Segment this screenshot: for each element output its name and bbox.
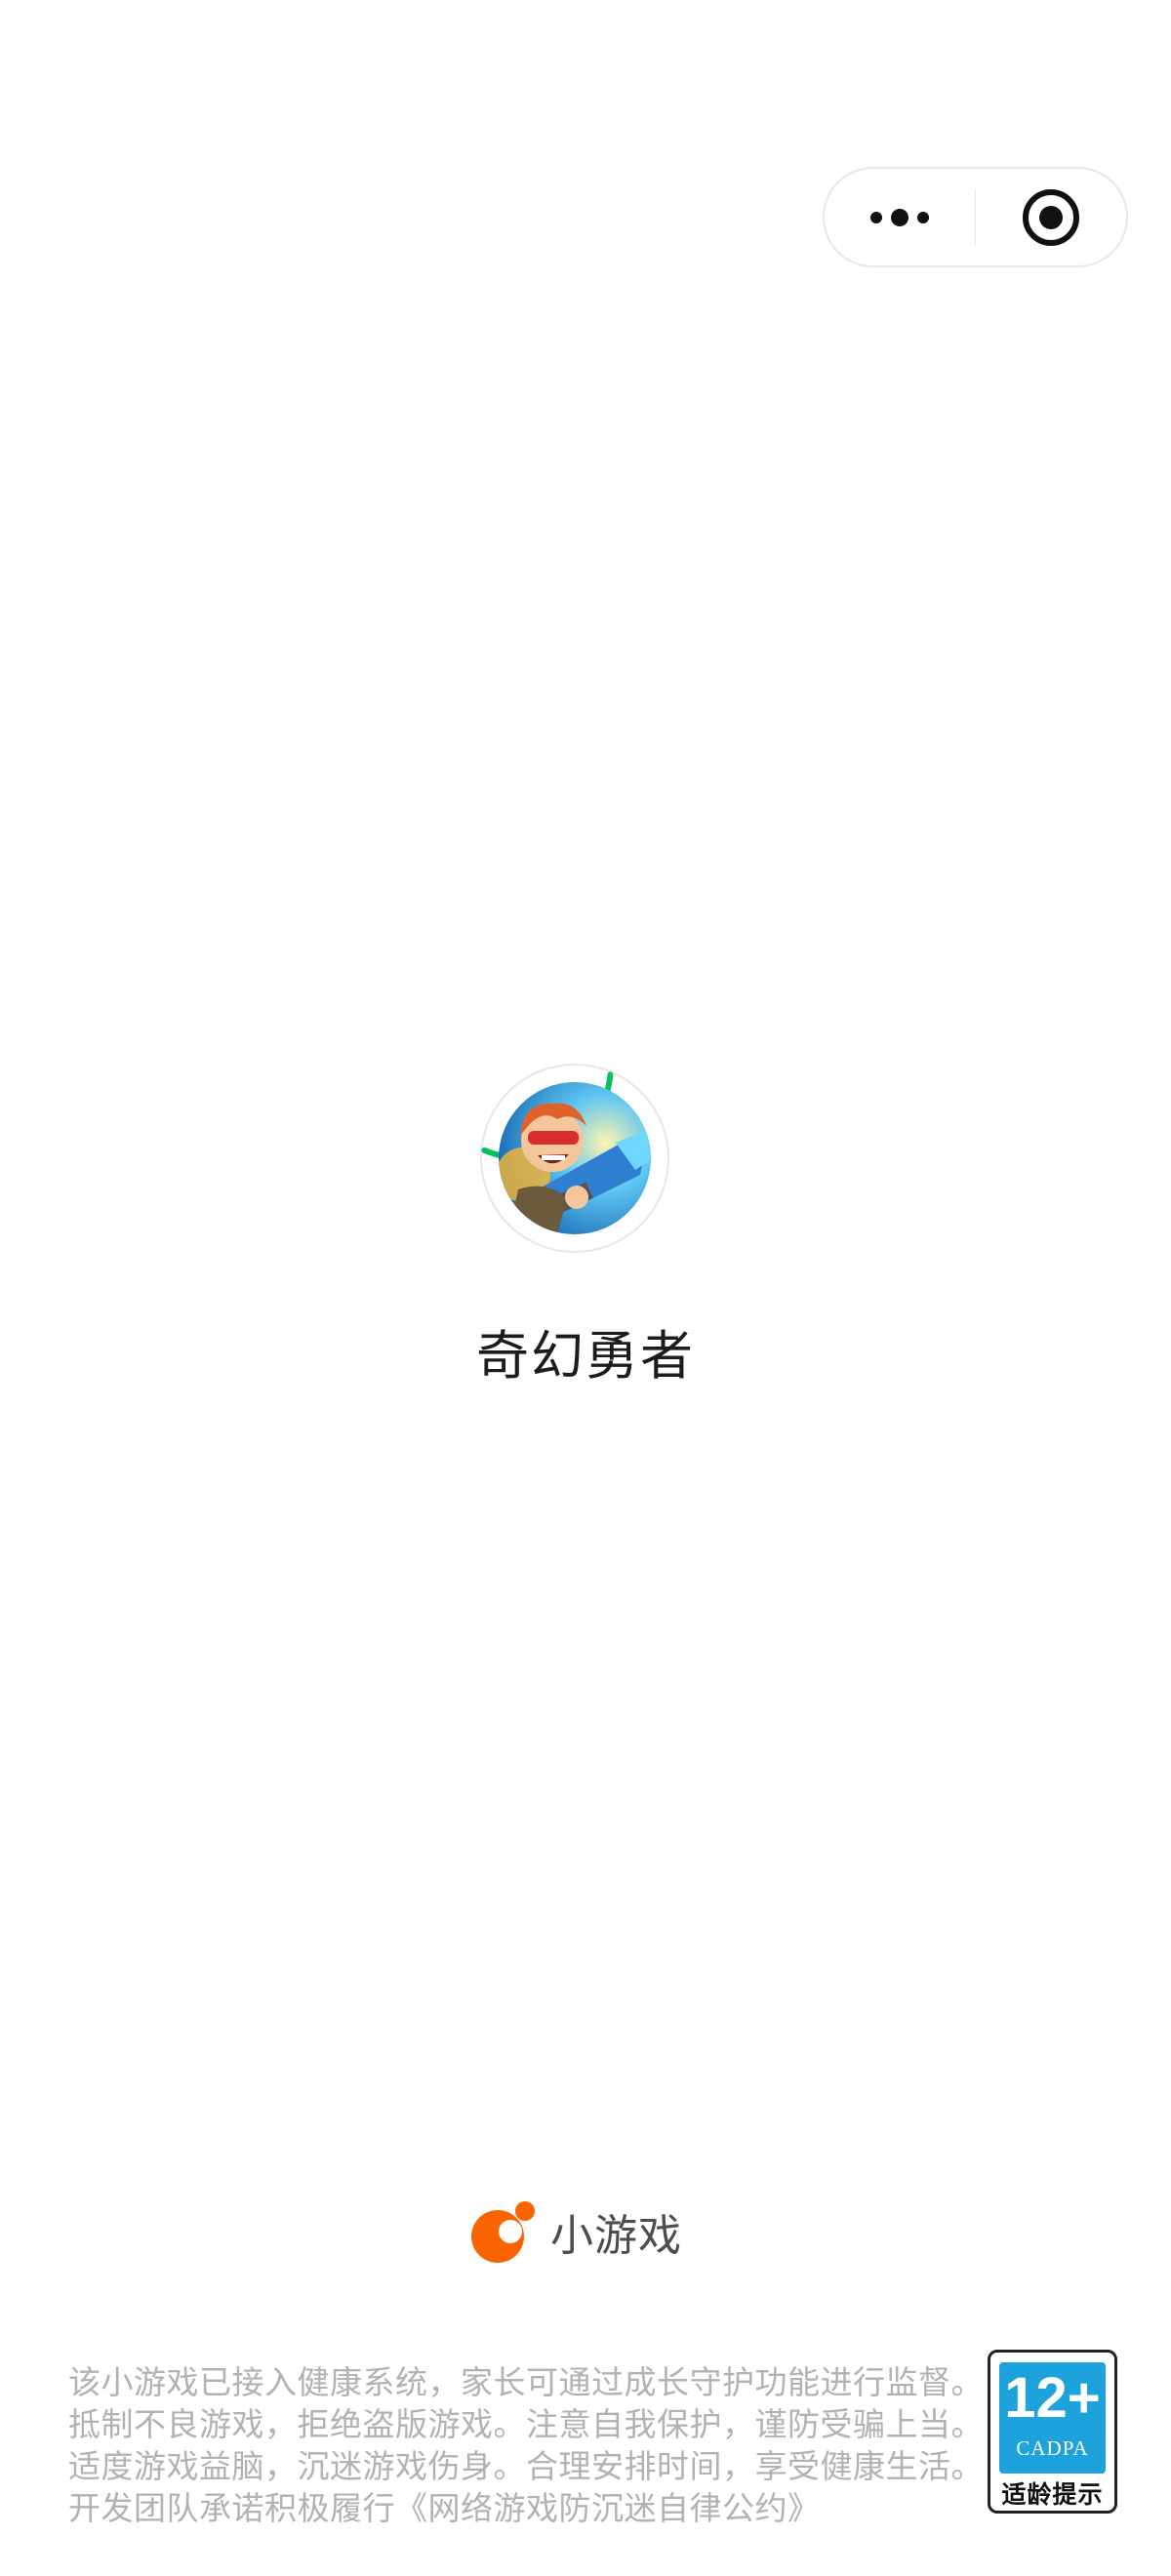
age-rating-org: CADPA bbox=[1016, 2436, 1089, 2460]
age-rating-number: 12+ bbox=[1004, 2366, 1101, 2430]
target-close-icon bbox=[1023, 188, 1080, 246]
close-button[interactable] bbox=[976, 169, 1126, 265]
notice-line: 适度游戏益脑，沉迷游戏伤身。合理安排时间，享受健康生活。 bbox=[68, 2447, 984, 2485]
capsule-menu bbox=[823, 167, 1128, 267]
more-dots-icon bbox=[869, 208, 929, 226]
game-title: 奇幻勇者 bbox=[476, 1325, 695, 1387]
mini-game-logo-icon bbox=[471, 2201, 535, 2263]
brand-label: 小游戏 bbox=[550, 2211, 682, 2261]
health-notice: 该小游戏已接入健康系统，家长可通过成长守护功能进行监督。 抵制不良游戏，拒绝盗版… bbox=[68, 2361, 984, 2529]
more-button[interactable] bbox=[825, 169, 975, 265]
notice-line: 开发团队承诺积极履行《网络游戏防沉迷自律公约》 bbox=[68, 2489, 821, 2527]
loading-indicator bbox=[478, 1062, 671, 1255]
notice-line: 抵制不良游戏，拒绝盗版游戏。注意自我保护，谨防受骗上当。 bbox=[68, 2405, 984, 2443]
age-rating-badge[interactable]: 12+ CADPA 适龄提示 bbox=[988, 2350, 1117, 2514]
game-hero-icon bbox=[499, 1082, 651, 1234]
mini-game-brand: 小游戏 bbox=[468, 2197, 682, 2266]
notice-line: 该小游戏已接入健康系统，家长可通过成长守护功能进行监督。 bbox=[68, 2363, 984, 2401]
age-rating-panel: 12+ CADPA bbox=[999, 2362, 1106, 2474]
mini-game-loading-screen: 奇幻勇者 小游戏 该小游戏已接入健康系统，家长可通过成长守护功能进行监督。 抵制… bbox=[0, 0, 1171, 2576]
age-rating-label: 适龄提示 bbox=[1001, 2480, 1104, 2509]
